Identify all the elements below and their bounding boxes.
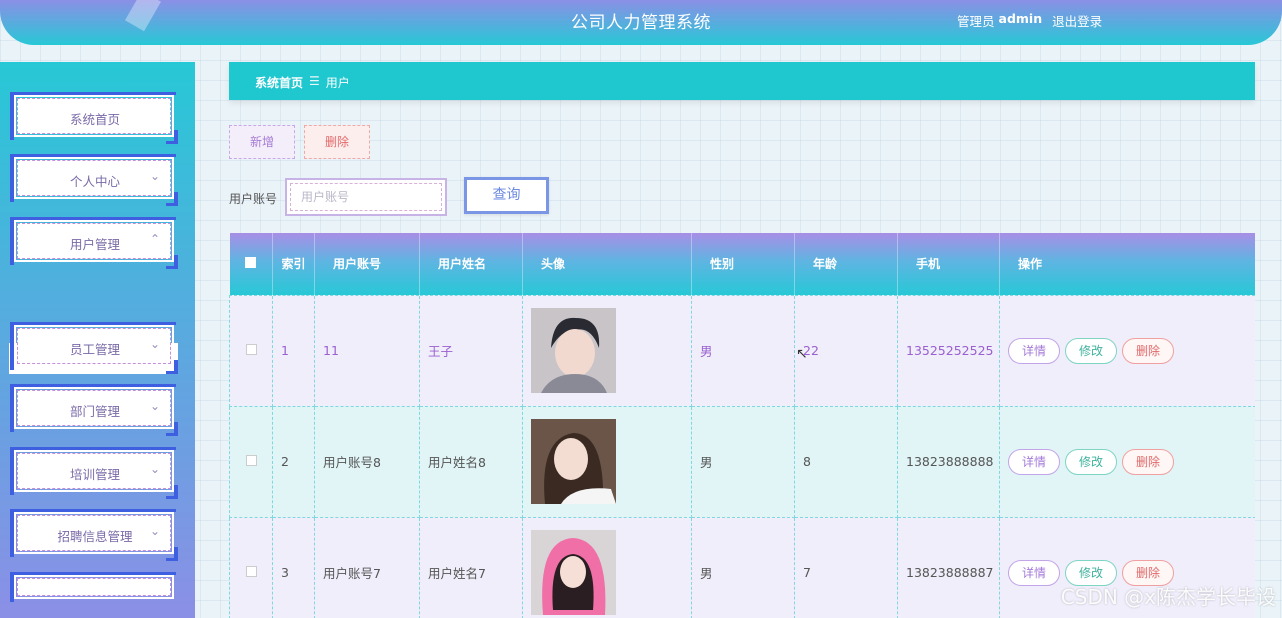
select-all-checkbox[interactable]	[245, 256, 257, 268]
top-header: 公司人力管理系统 管理员 admin 退出登录	[0, 0, 1282, 45]
avatar-photo-icon	[531, 308, 616, 393]
menu-frame	[14, 575, 174, 599]
sidebar-item-employee-management[interactable]: 员工管理 ⌄	[10, 322, 178, 374]
column-header: 操作	[999, 233, 1255, 295]
column-header: 性别	[691, 233, 795, 295]
column-header: 用户账号	[314, 233, 420, 295]
menu-corner	[166, 547, 178, 561]
chevron-down-icon: ⌄	[149, 524, 160, 538]
age-cell: 7	[794, 516, 898, 618]
menu-corner	[166, 192, 178, 206]
chevron-down-icon: ⌄	[149, 169, 160, 183]
phone-cell: 13823888887	[897, 516, 1000, 618]
breadcrumb-separator-icon: ☰	[309, 74, 320, 88]
age-cell: 8	[794, 405, 898, 518]
name-cell: 王子	[419, 294, 523, 407]
row-actions: 详情 修改 删除	[1008, 337, 1255, 364]
chevron-down-icon: ⌄	[149, 399, 160, 413]
detail-button[interactable]: 详情	[1008, 559, 1060, 586]
table-row: 2 用户账号8 用户姓名8 男 8 13823888888 详情 修改 删除	[229, 405, 1255, 518]
row-checkbox[interactable]	[245, 455, 257, 466]
account-cell: 11	[314, 294, 420, 407]
phone-cell: 13525252525	[897, 294, 1000, 407]
gender-cell: 男	[691, 294, 795, 407]
column-header: 手机	[897, 233, 1000, 295]
breadcrumb-current: 用户	[325, 76, 350, 90]
menu-corner	[166, 485, 178, 499]
avatar-cell	[522, 516, 692, 618]
phone-cell: 13823888888	[897, 405, 1000, 518]
chevron-down-icon: ⌄	[149, 462, 160, 476]
menu-corner	[166, 360, 178, 374]
delete-button[interactable]: 删除	[304, 125, 370, 159]
sidebar-item-home[interactable]: 系统首页	[10, 92, 178, 144]
row-select-cell	[229, 405, 273, 518]
row-actions: 详情 修改 删除	[1008, 448, 1255, 475]
index-cell: 3	[272, 516, 315, 618]
search-field	[285, 178, 447, 216]
account-cell: 用户账号7	[314, 516, 420, 618]
add-button[interactable]: 新增	[229, 125, 295, 159]
avatar-cell	[522, 294, 692, 407]
watermark: CSDN @x陈杰学长毕设	[1060, 585, 1276, 609]
sidebar: 系统首页 个人中心 ⌄ 用户管理 ⌃ 用户 员工管理 ⌄ 部门管理 ⌄ 培训管理…	[0, 62, 195, 618]
row-checkbox[interactable]	[245, 344, 257, 355]
avatar-photo-icon	[531, 419, 616, 504]
sidebar-item-department-management[interactable]: 部门管理 ⌄	[10, 384, 178, 436]
row-checkbox[interactable]	[245, 566, 257, 577]
menu-corner	[166, 255, 178, 269]
name-cell: 用户姓名7	[419, 516, 523, 618]
data-table: 索引 用户账号 用户姓名 头像 性别 年龄 手机 操作 1 11 王子 男 22…	[229, 233, 1255, 618]
gender-cell: 男	[691, 405, 795, 518]
sidebar-item-profile[interactable]: 个人中心 ⌄	[10, 154, 178, 206]
sidebar-item-user-management[interactable]: 用户管理 ⌃	[10, 217, 178, 269]
search-label: 用户账号	[229, 192, 278, 206]
table-row: 1 11 王子 男 22 13525252525 详情 修改 删除	[229, 294, 1255, 407]
user-info: 管理员 admin 退出登录	[957, 11, 1102, 30]
avatar-photo-icon	[531, 530, 616, 615]
logout-link[interactable]: 退出登录	[1052, 11, 1102, 30]
edit-button[interactable]: 修改	[1065, 337, 1117, 364]
column-header: 用户姓名	[419, 233, 523, 295]
sidebar-item-more[interactable]	[10, 572, 176, 602]
age-cell: 22	[794, 294, 898, 407]
menu-corner	[166, 130, 178, 144]
menu-corner	[166, 422, 178, 436]
avatar-cell	[522, 405, 692, 518]
index-cell: 2	[272, 405, 315, 518]
actions-cell: 详情 修改 删除	[999, 405, 1255, 518]
chevron-up-icon: ⌃	[149, 232, 160, 246]
breadcrumb: 系统首页 ☰ 用户	[229, 62, 1255, 100]
query-button[interactable]: 查询	[464, 177, 549, 214]
row-delete-button[interactable]: 删除	[1122, 448, 1174, 475]
table-header-row: 索引 用户账号 用户姓名 头像 性别 年龄 手机 操作	[229, 233, 1255, 295]
account-cell: 用户账号8	[314, 405, 420, 518]
column-header: 索引	[272, 233, 315, 295]
row-select-cell	[229, 516, 273, 618]
select-all-header	[229, 233, 273, 295]
column-header: 年龄	[794, 233, 898, 295]
actions-cell: 详情 修改 删除	[999, 294, 1255, 407]
detail-button[interactable]: 详情	[1008, 337, 1060, 364]
search-input[interactable]	[290, 183, 442, 211]
chevron-down-icon: ⌄	[149, 337, 160, 351]
sidebar-item-training-management[interactable]: 培训管理 ⌄	[10, 447, 178, 499]
column-header: 头像	[522, 233, 692, 295]
breadcrumb-home[interactable]: 系统首页	[255, 74, 303, 100]
edit-button[interactable]: 修改	[1065, 448, 1117, 475]
name-cell: 用户姓名8	[419, 405, 523, 518]
user-name: admin	[998, 11, 1043, 26]
sidebar-item-recruitment-management[interactable]: 招聘信息管理 ⌄	[10, 509, 178, 561]
mouse-cursor-icon: ↖	[796, 346, 808, 362]
gender-cell: 男	[691, 516, 795, 618]
index-cell: 1	[272, 294, 315, 407]
detail-button[interactable]: 详情	[1008, 448, 1060, 475]
row-delete-button[interactable]: 删除	[1122, 337, 1174, 364]
user-role: 管理员	[957, 14, 995, 29]
sidebar-item-label: 系统首页	[69, 112, 120, 127]
row-select-cell	[229, 294, 273, 407]
